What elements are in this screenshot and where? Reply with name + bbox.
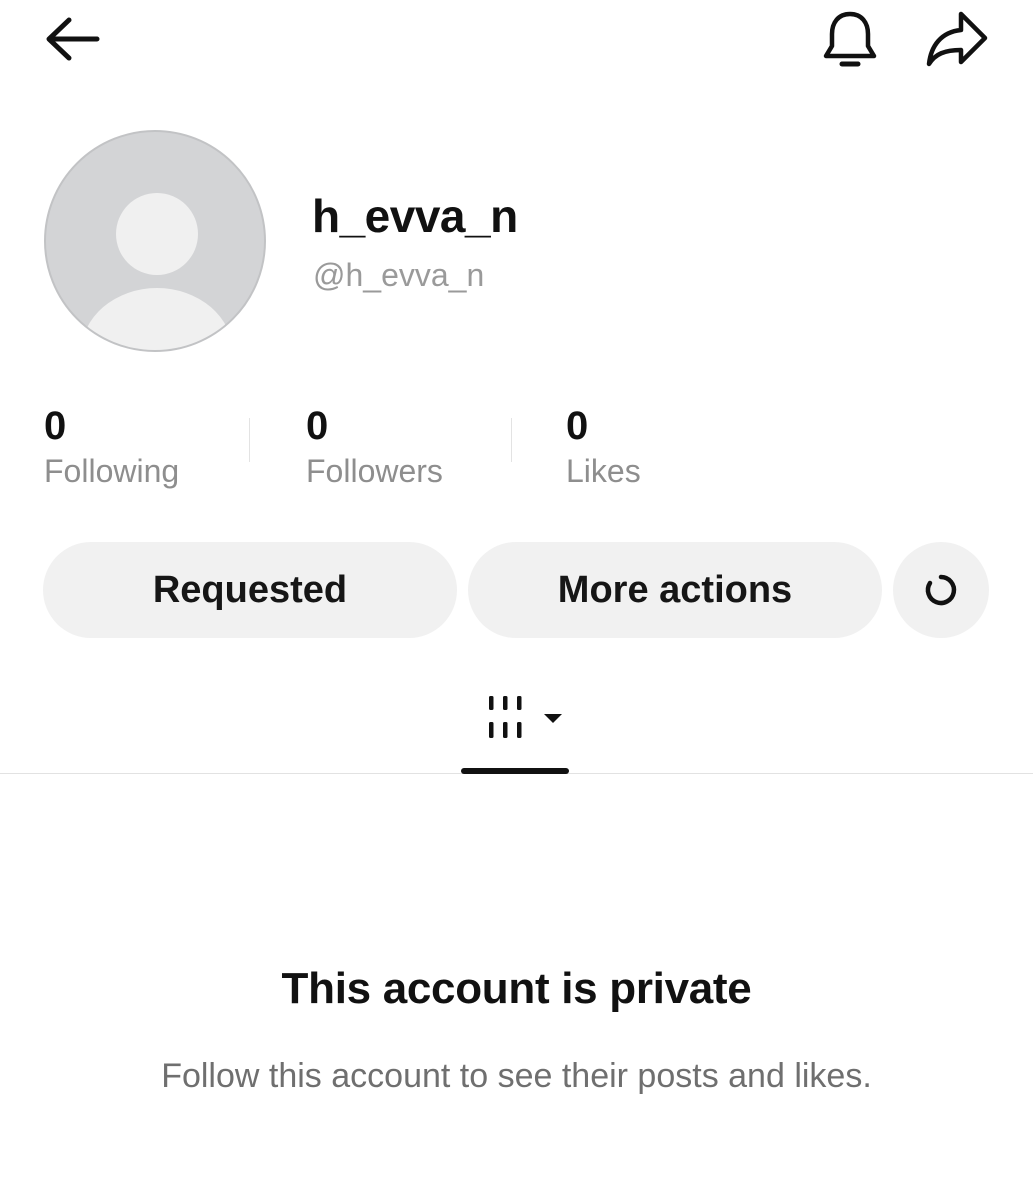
avatar[interactable] <box>44 130 266 352</box>
back-button[interactable] <box>38 10 104 66</box>
stat-following[interactable]: 0 Following <box>44 400 179 492</box>
stat-likes[interactable]: 0 Likes <box>566 400 641 492</box>
private-account-title: This account is private <box>281 964 752 1013</box>
default-avatar-icon <box>116 193 198 275</box>
share-arrow-icon <box>926 11 988 67</box>
notifications-button[interactable] <box>818 8 882 70</box>
loading-spinner-icon <box>925 574 957 606</box>
caret-down-icon <box>544 714 562 723</box>
avatar-silhouette-body <box>81 288 233 350</box>
user-handle: @h_evva_n <box>313 257 485 293</box>
following-label: Following <box>44 453 180 489</box>
stat-followers[interactable]: 0 Followers <box>306 400 443 492</box>
likes-label: Likes <box>566 453 641 489</box>
following-count: 0 <box>44 404 67 448</box>
bell-icon <box>823 11 877 67</box>
active-tab-indicator <box>461 768 569 774</box>
display-name: h_evva_n <box>312 190 518 242</box>
followers-label: Followers <box>306 453 443 489</box>
followers-count: 0 <box>306 404 329 448</box>
stat-divider <box>511 418 512 462</box>
tab-videos[interactable] <box>486 692 570 746</box>
requested-button[interactable]: Requested <box>43 542 457 638</box>
private-account-message: Follow this account to see their posts a… <box>161 1057 872 1095</box>
more-actions-button[interactable]: More actions <box>468 542 882 638</box>
arrow-left-icon <box>46 17 100 61</box>
likes-count: 0 <box>566 404 589 448</box>
share-button[interactable] <box>922 8 992 70</box>
videos-grid-icon <box>489 696 562 738</box>
stat-divider <box>249 418 250 462</box>
loading-button[interactable] <box>893 542 989 638</box>
